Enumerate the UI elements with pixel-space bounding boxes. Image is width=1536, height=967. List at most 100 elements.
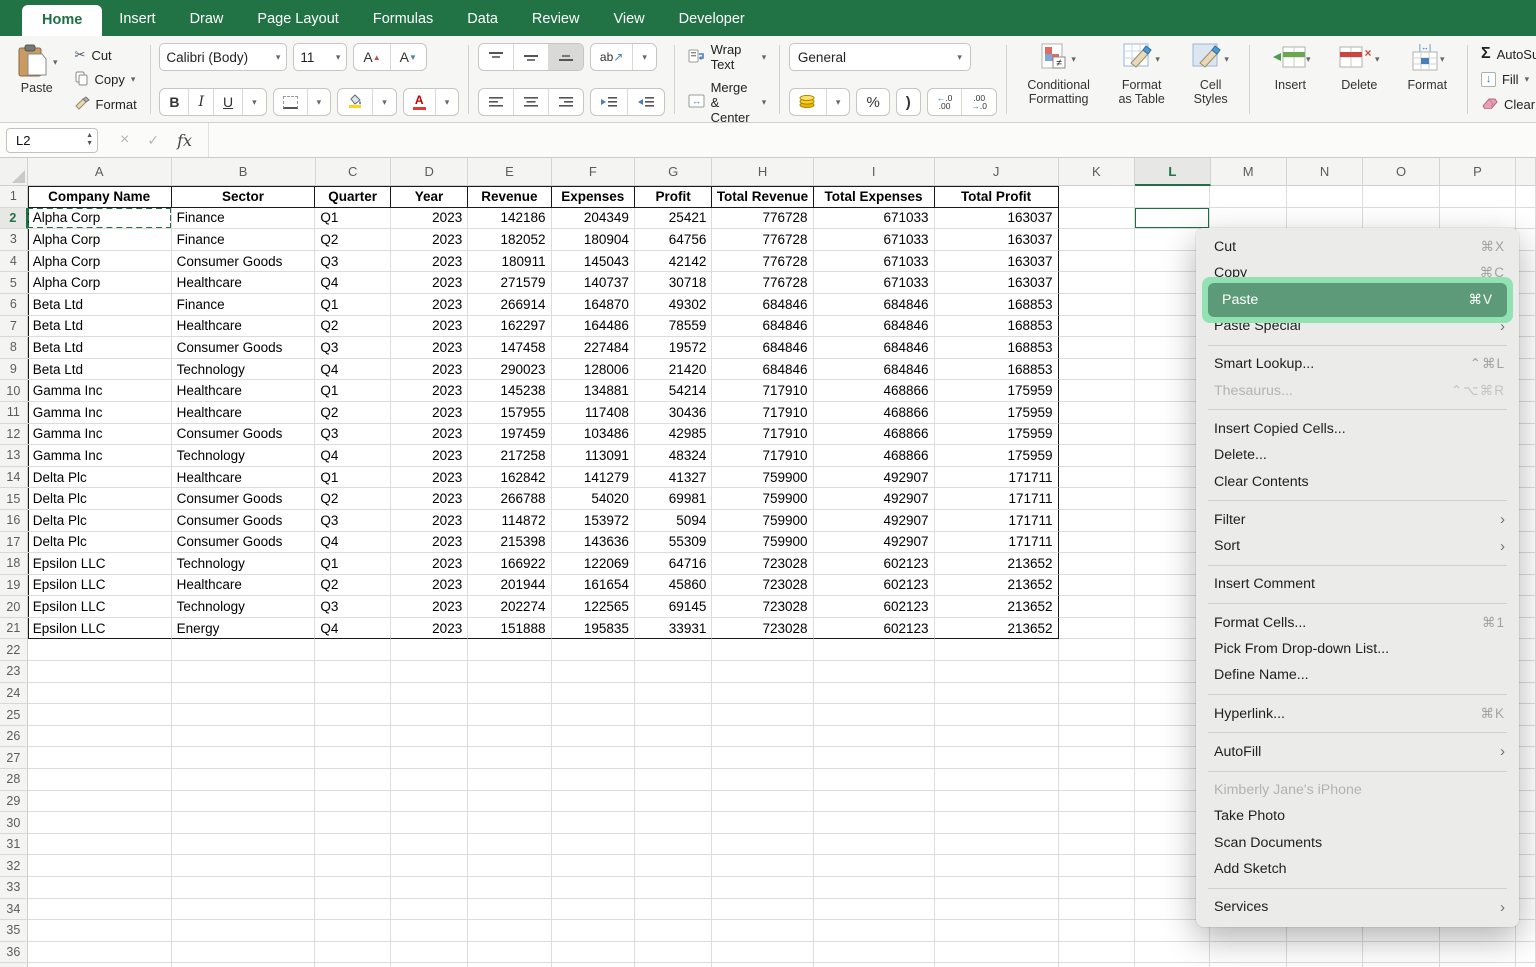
cell-Q10[interactable] <box>1516 380 1536 402</box>
cell-D7[interactable]: 2023 <box>391 316 468 338</box>
cell-E27[interactable] <box>468 747 551 769</box>
cell-D9[interactable]: 2023 <box>391 359 468 381</box>
cell-G3[interactable]: 64756 <box>635 229 712 251</box>
cell-H33[interactable] <box>712 877 813 899</box>
cell-F3[interactable]: 180904 <box>552 229 635 251</box>
clear-button[interactable]: Clear ▾ <box>1477 94 1536 116</box>
row-header-13[interactable]: 13 <box>0 445 28 467</box>
cell-G20[interactable]: 69145 <box>635 596 712 618</box>
cell-F25[interactable] <box>552 704 635 726</box>
cell-H3[interactable]: 776728 <box>712 229 813 251</box>
cell-P1[interactable] <box>1440 186 1516 208</box>
cell-J2[interactable]: 163037 <box>935 208 1059 230</box>
cell-C24[interactable] <box>315 683 390 705</box>
cell-I30[interactable] <box>814 812 935 834</box>
cell-D27[interactable] <box>391 747 468 769</box>
cell-E25[interactable] <box>468 704 551 726</box>
cell-E15[interactable]: 266788 <box>468 488 551 510</box>
row-header-12[interactable]: 12 <box>0 424 28 446</box>
cell-C23[interactable] <box>315 661 390 683</box>
cell-H13[interactable]: 717910 <box>712 445 813 467</box>
cell-D13[interactable]: 2023 <box>391 445 468 467</box>
cell-D24[interactable] <box>391 683 468 705</box>
cell-P36[interactable] <box>1440 942 1516 964</box>
cell-J30[interactable] <box>935 812 1059 834</box>
cell-A11[interactable]: Gamma Inc <box>28 402 172 424</box>
cell-O36[interactable] <box>1363 942 1439 964</box>
tab-formulas[interactable]: Formulas <box>356 3 450 36</box>
cell-D21[interactable]: 2023 <box>391 618 468 640</box>
cell-J15[interactable]: 171711 <box>935 488 1059 510</box>
cell-K34[interactable] <box>1059 899 1135 921</box>
cell-B34[interactable] <box>172 899 316 921</box>
cell-E17[interactable]: 215398 <box>468 532 551 554</box>
cell-F5[interactable]: 140737 <box>552 272 635 294</box>
cell-Q16[interactable] <box>1516 510 1536 532</box>
cell-P2[interactable] <box>1440 208 1516 230</box>
cell-E34[interactable] <box>468 899 551 921</box>
cell-K20[interactable] <box>1059 596 1135 618</box>
cell-I17[interactable]: 492907 <box>814 532 935 554</box>
cell-C9[interactable]: Q4 <box>315 359 390 381</box>
context-menu-item-hyperlink[interactable]: Hyperlink...⌘K <box>1196 700 1519 726</box>
cell-F30[interactable] <box>552 812 635 834</box>
cell-E18[interactable]: 166922 <box>468 553 551 575</box>
cell-K3[interactable] <box>1059 229 1135 251</box>
cell-Q19[interactable] <box>1516 575 1536 597</box>
context-menu-item-cut[interactable]: Cut⌘X <box>1196 234 1519 260</box>
cell-Q9[interactable] <box>1516 359 1536 381</box>
cell-B11[interactable]: Healthcare <box>172 402 316 424</box>
cell-Q23[interactable] <box>1516 661 1536 683</box>
cell-E36[interactable] <box>468 942 551 964</box>
cell-J10[interactable]: 175959 <box>935 380 1059 402</box>
cell-K25[interactable] <box>1059 704 1135 726</box>
cell-A1[interactable]: Company Name <box>28 186 172 208</box>
cell-I23[interactable] <box>814 661 935 683</box>
cell-B18[interactable]: Technology <box>172 553 316 575</box>
cell-Q2[interactable] <box>1516 208 1536 230</box>
cell-A34[interactable] <box>28 899 172 921</box>
cell-B17[interactable]: Consumer Goods <box>172 532 316 554</box>
row-header-32[interactable]: 32 <box>0 855 28 877</box>
cell-A12[interactable]: Gamma Inc <box>28 424 172 446</box>
increase-decimal-button[interactable]: ←.0.00 <box>928 89 963 115</box>
tab-home[interactable]: Home <box>22 5 102 36</box>
row-header-10[interactable]: 10 <box>0 380 28 402</box>
cell-B1[interactable]: Sector <box>172 186 316 208</box>
tab-draw[interactable]: Draw <box>173 3 241 36</box>
cell-E21[interactable]: 151888 <box>468 618 551 640</box>
cell-B35[interactable] <box>172 920 316 942</box>
format-as-table-caret[interactable]: ▾ <box>1155 54 1160 64</box>
cell-G29[interactable] <box>635 791 712 813</box>
cell-J29[interactable] <box>935 791 1059 813</box>
column-header-partial[interactable] <box>1516 158 1536 186</box>
cell-Q14[interactable] <box>1516 467 1536 489</box>
cell-J28[interactable] <box>935 769 1059 791</box>
cell-J3[interactable]: 163037 <box>935 229 1059 251</box>
cell-I27[interactable] <box>814 747 935 769</box>
tab-data[interactable]: Data <box>450 3 515 36</box>
paste-button[interactable]: ▾ Paste <box>10 41 64 118</box>
cell-E30[interactable] <box>468 812 551 834</box>
cell-A6[interactable]: Beta Ltd <box>28 294 172 316</box>
context-menu-item-filter[interactable]: Filter› <box>1196 507 1519 533</box>
row-header-21[interactable]: 21 <box>0 618 28 640</box>
cell-A33[interactable] <box>28 877 172 899</box>
cell-K33[interactable] <box>1059 877 1135 899</box>
cell-K30[interactable] <box>1059 812 1135 834</box>
cell-H22[interactable] <box>712 639 813 661</box>
row-header-7[interactable]: 7 <box>0 316 28 338</box>
cell-G36[interactable] <box>635 942 712 964</box>
cell-F10[interactable]: 134881 <box>552 380 635 402</box>
cell-K10[interactable] <box>1059 380 1135 402</box>
row-header-30[interactable]: 30 <box>0 812 28 834</box>
cell-C19[interactable]: Q2 <box>315 575 390 597</box>
increase-indent-button[interactable] <box>628 89 664 115</box>
cell-Q36[interactable] <box>1516 942 1536 964</box>
paste-highlighted-row[interactable]: Paste⌘V <box>1208 283 1507 317</box>
cell-D22[interactable] <box>391 639 468 661</box>
cell-H11[interactable]: 717910 <box>712 402 813 424</box>
align-middle-button[interactable] <box>514 44 549 70</box>
cell-C26[interactable] <box>315 726 390 748</box>
cell-A4[interactable]: Alpha Corp <box>28 251 172 273</box>
